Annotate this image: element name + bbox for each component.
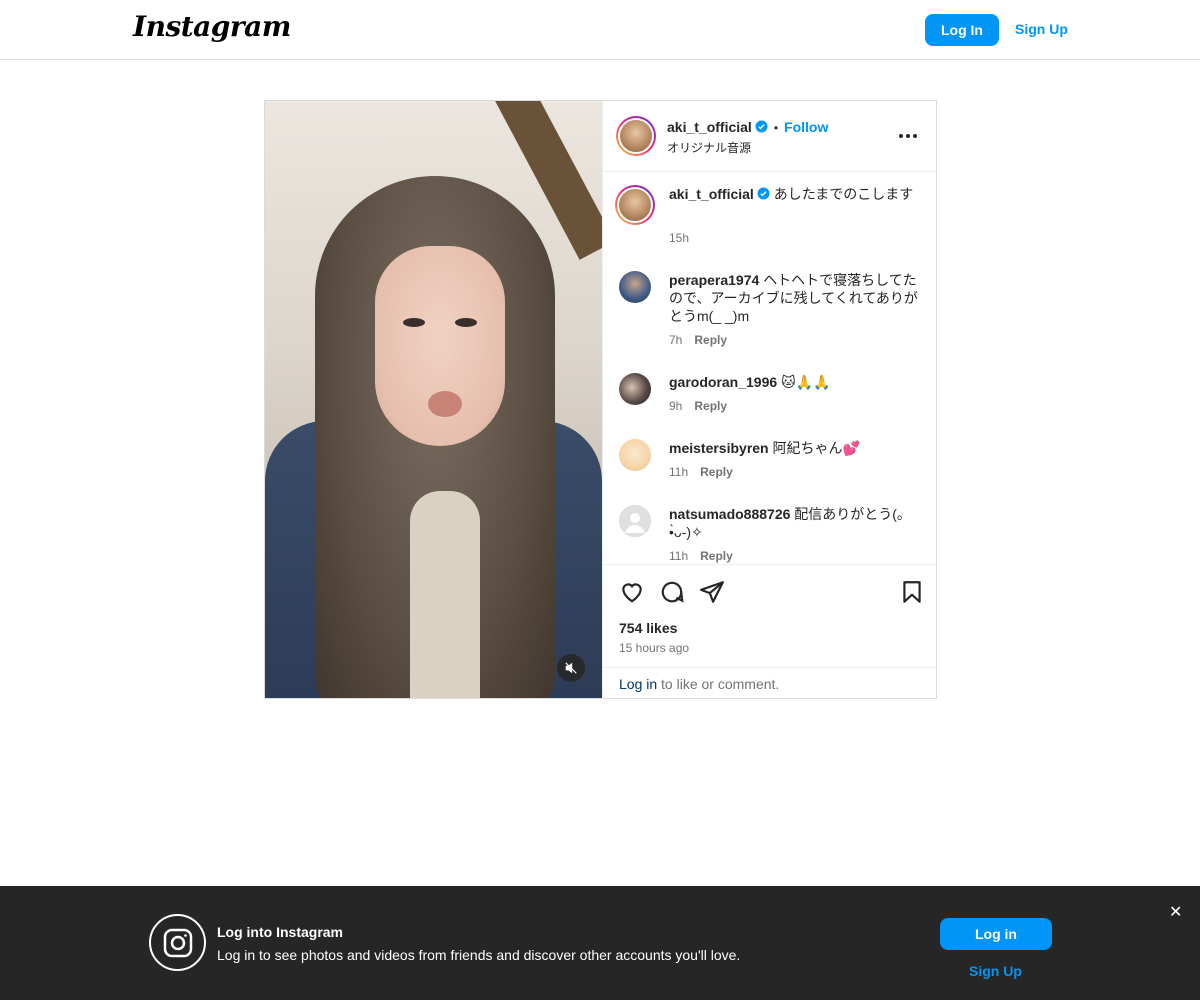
login-link[interactable]: Log in [619, 676, 657, 692]
login-prompt-text: to like or comment. [657, 676, 780, 692]
post-header: aki_t_official • Follow オリジナル音源 [603, 101, 937, 172]
comment-username[interactable]: perapera1974 [669, 272, 759, 288]
login-banner: Log into Instagram Log in to see photos … [0, 886, 1200, 1000]
muted-audio-icon[interactable] [557, 654, 585, 682]
login-button[interactable]: Log In [925, 14, 999, 46]
banner-signup-link[interactable]: Sign Up [969, 963, 1022, 979]
list-item: natsumado888726 配信ありがとう(｡•̀ᴗ-)✧ 11h Reply [619, 505, 925, 564]
heart-icon[interactable] [619, 579, 645, 605]
post-card: aki_t_official • Follow オリジナル音源 aki_t_offi… [264, 100, 937, 699]
login-prompt: Log in to like or comment. [603, 667, 937, 698]
comments-list[interactable]: aki_t_official あしたまでのこします 15h perapera19… [603, 173, 937, 564]
caption-username[interactable]: aki_t_official [669, 186, 754, 202]
audio-label[interactable]: オリジナル音源 [667, 139, 751, 156]
comment-username[interactable]: garodoran_1996 [669, 374, 777, 390]
banner-subtitle: Log in to see photos and videos from fri… [217, 947, 741, 963]
comment-time: 11h [669, 549, 689, 563]
comment-username[interactable]: natsumado888726 [669, 506, 790, 522]
close-icon[interactable]: ✕ [1169, 902, 1182, 922]
list-item: meistersibyren 阿紀ちゃん💕 11h Reply [619, 439, 925, 485]
post-video[interactable] [265, 101, 602, 698]
caption: aki_t_official あしたまでのこします 15h [615, 185, 925, 255]
avatar[interactable] [619, 373, 651, 405]
post-timestamp[interactable]: 15 hours ago [619, 641, 689, 655]
separator-dot: • [773, 121, 779, 135]
post-sidebar: aki_t_official • Follow オリジナル音源 aki_t_offi… [602, 101, 937, 698]
avatar[interactable] [616, 116, 656, 156]
comment-time: 7h [669, 333, 683, 347]
avatar[interactable] [619, 505, 651, 537]
instagram-icon [149, 914, 206, 971]
avatar[interactable] [615, 185, 655, 225]
verified-badge-icon [755, 120, 768, 133]
follow-button[interactable]: Follow [784, 119, 828, 135]
reply-button[interactable]: Reply [694, 333, 727, 347]
comment-text: 阿紀ちゃん💕 [772, 440, 860, 456]
banner-title: Log into Instagram [217, 924, 343, 940]
avatar[interactable] [619, 271, 651, 303]
caption-text: あしたまでのこします [773, 186, 914, 202]
like-count[interactable]: 754 likes [619, 620, 677, 636]
list-item: garodoran_1996 🐱🙏🙏 9h Reply [619, 373, 925, 419]
comment-text: 🐱🙏🙏 [781, 374, 831, 390]
author-username[interactable]: aki_t_official [667, 119, 752, 135]
banner-login-button[interactable]: Log in [940, 918, 1052, 950]
avatar[interactable] [619, 439, 651, 471]
caption-time: 15h [669, 231, 690, 245]
more-options-icon[interactable] [899, 127, 921, 145]
comment-time: 11h [669, 465, 689, 479]
reply-button[interactable]: Reply [700, 465, 733, 479]
share-icon[interactable] [699, 579, 725, 605]
signup-link[interactable]: Sign Up [1015, 21, 1068, 37]
top-nav: Instagram Log In Sign Up [0, 0, 1200, 60]
instagram-logo[interactable]: Instagram [133, 10, 291, 43]
reply-button[interactable]: Reply [700, 549, 733, 563]
list-item: perapera1974 ヘトヘトで寝落ちしてたので、アーカイブに残してくれてあ… [619, 271, 925, 353]
comment-time: 9h [669, 399, 683, 413]
comment-icon[interactable] [659, 579, 685, 605]
verified-badge-icon [757, 187, 770, 200]
action-bar: 754 likes 15 hours ago [603, 564, 937, 668]
bookmark-icon[interactable] [899, 579, 925, 605]
reply-button[interactable]: Reply [694, 399, 727, 413]
comment-username[interactable]: meistersibyren [669, 440, 769, 456]
